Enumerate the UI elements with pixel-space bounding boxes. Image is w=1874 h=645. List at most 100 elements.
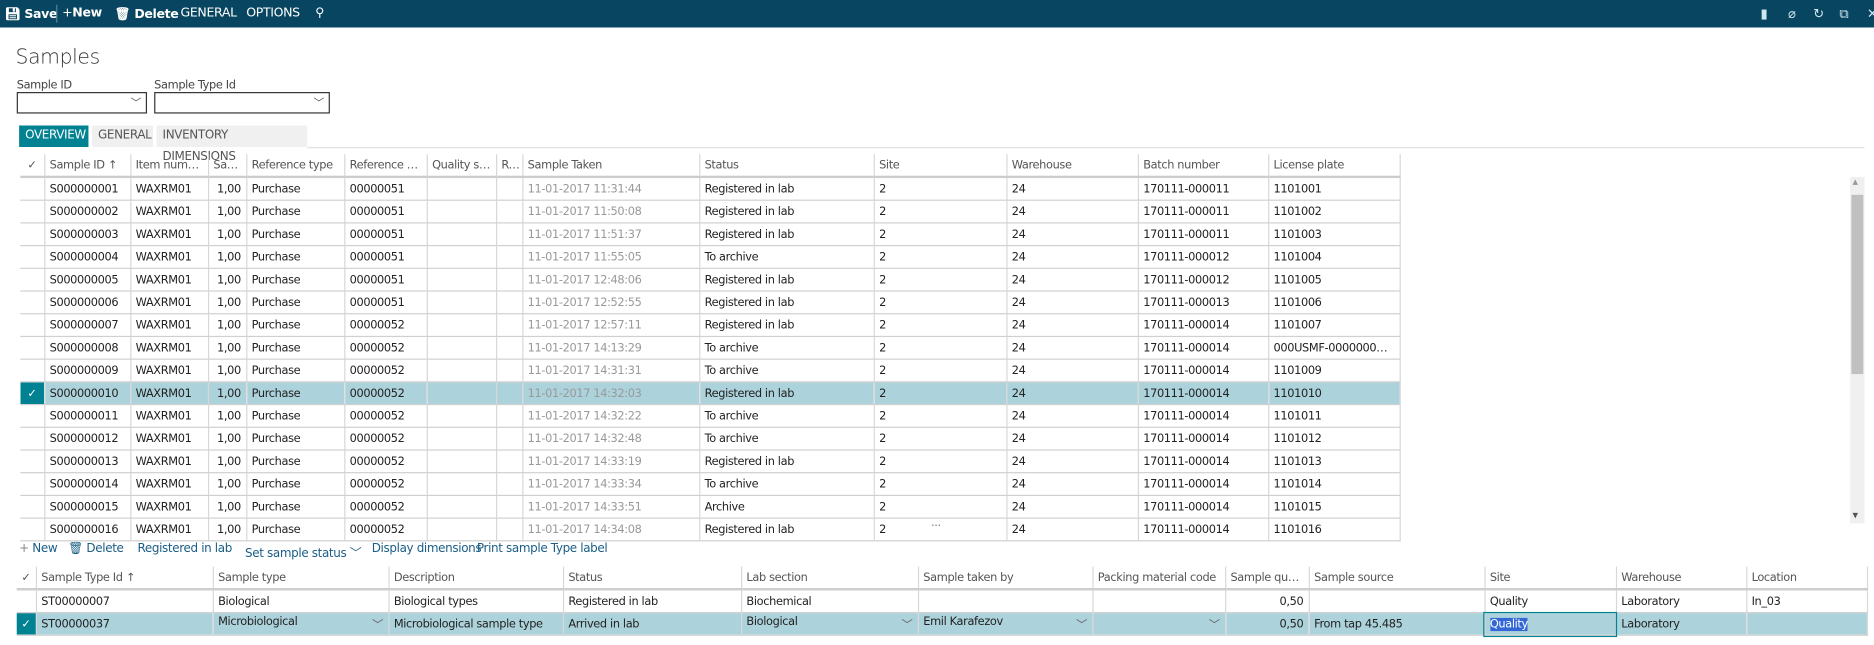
chevron-down-icon[interactable]: ﹀ [902,616,913,632]
table-cell[interactable]: 170111-000014 [1137,495,1269,519]
table-cell[interactable]: 24 [1006,381,1139,406]
sample-type-dropdown[interactable]: ﹀ [154,92,330,114]
table-cell[interactable]: 2 [873,495,1007,519]
table-cell[interactable]: 00000051 [344,222,428,247]
row-checkbox[interactable] [20,336,45,360]
table-cell[interactable]: 00000052 [344,495,428,519]
table-cell[interactable]: WAXRM01 [130,313,209,338]
table-cell[interactable]: 2 [873,336,1007,360]
table-cell[interactable]: 24 [1006,336,1139,360]
table-cell[interactable]: 170111-000012 [1137,245,1269,269]
table-row[interactable]: S000000015 WAXRM01 1,00 Purchase 00000052 11-… [20,495,1401,519]
table-cell[interactable] [496,449,523,474]
table-cell[interactable]: Purchase [246,427,345,451]
table-cell[interactable]: S000000002 [44,200,131,224]
table-cell[interactable]: Archive [699,495,875,519]
table-cell[interactable]: 170111-000012 [1137,268,1269,292]
table-row[interactable]: S000000011 WAXRM01 1,00 Purchase 00000052 11-… [20,404,1401,428]
table-cell[interactable] [426,472,497,497]
table-cell[interactable]: From tap 45.485 [1308,612,1486,636]
row-checkbox[interactable] [20,268,45,292]
table-cell[interactable]: 2 [873,381,1007,406]
column-header[interactable]: Packing material code [1092,566,1226,591]
column-header[interactable]: Site [873,154,1007,179]
table-cell[interactable]: 170111-000014 [1137,427,1269,451]
table-cell[interactable] [426,404,497,428]
table-cell[interactable]: 24 [1006,245,1139,269]
options-menu[interactable]: OPTIONS [246,6,300,20]
table-cell[interactable]: 2 [873,245,1007,269]
table-cell[interactable]: 24 [1006,495,1139,519]
table-cell[interactable]: WAXRM01 [130,222,209,247]
row-checkbox[interactable] [20,518,45,542]
table-cell[interactable] [426,518,497,542]
table-cell[interactable] [496,336,523,360]
table-cell[interactable] [426,313,497,338]
table-cell[interactable]: 00000052 [344,313,428,338]
table-cell[interactable]: S000000011 [44,404,131,428]
office-icon[interactable]: ▮ [1761,6,1768,22]
table-cell[interactable]: 11-01-2017 14:13:29 [522,336,700,360]
table-cell[interactable] [496,291,523,315]
column-header[interactable]: Status [562,566,742,591]
table-cell[interactable]: 1,00 [207,359,247,383]
table-cell[interactable]: 170111-000011 [1137,222,1269,247]
row-checkbox[interactable] [20,222,45,247]
table-cell[interactable]: In_03 [1746,589,1868,614]
table-cell[interactable]: To archive [699,245,875,269]
table-cell[interactable]: 11-01-2017 11:31:44 [522,176,700,201]
column-header[interactable]: Warehouse [1615,566,1747,591]
table-cell[interactable]: Purchase [246,381,345,406]
table-cell[interactable]: To archive [699,404,875,428]
delete-button[interactable]: 🗑︎ Delete [115,6,179,21]
column-header[interactable]: Sam... [207,154,247,179]
table-cell[interactable]: 24 [1006,472,1139,497]
table-cell[interactable]: 11-01-2017 14:32:48 [522,427,700,451]
row-checkbox[interactable] [20,472,45,497]
column-header[interactable]: Location [1746,566,1868,591]
column-header[interactable]: Reference nu... [344,154,428,179]
table-row[interactable]: S000000014 WAXRM01 1,00 Purchase 00000052 11-… [20,472,1401,497]
table-cell[interactable]: Purchase [246,495,345,519]
column-header[interactable]: Batch number [1137,154,1269,179]
table-cell[interactable]: 11-01-2017 14:31:31 [522,359,700,383]
table-cell[interactable]: WAXRM01 [130,381,209,406]
table-cell[interactable]: 00000051 [344,291,428,315]
table-cell[interactable]: 1101009 [1268,359,1401,383]
table-cell[interactable]: 1101007 [1268,313,1401,338]
row-checkbox[interactable]: ✓ [20,381,45,406]
table-cell[interactable] [496,381,523,406]
table-cell[interactable]: 170111-000014 [1137,404,1269,428]
refresh-icon[interactable]: ↻ [1813,6,1824,22]
table-cell[interactable]: 170111-000014 [1137,381,1269,406]
lines-delete-button[interactable]: 🗑︎ Delete [68,543,124,556]
column-header[interactable]: Sample type [212,566,390,591]
table-cell[interactable]: 24 [1006,404,1139,428]
table-cell[interactable]: Laboratory [1615,612,1747,636]
table-cell[interactable]: WAXRM01 [130,518,209,542]
column-header[interactable]: Quality sta... [426,154,497,179]
row-checkbox[interactable] [16,589,37,614]
table-cell[interactable]: S000000001 [44,176,131,201]
table-row[interactable]: ST00000007 Biological Biological types Regi… [16,589,1868,614]
close-icon[interactable]: ✕ [1867,6,1874,22]
table-cell[interactable]: 24 [1006,518,1139,542]
table-cell[interactable]: 1101013 [1268,449,1401,474]
lines-new-button[interactable]: + New [19,543,57,556]
table-cell[interactable]: 1,00 [207,518,247,542]
table-cell[interactable]: 2 [873,427,1007,451]
table-cell[interactable]: Registered in lab [699,449,875,474]
table-cell[interactable] [1092,589,1226,614]
table-cell[interactable]: 1101010 [1268,381,1401,406]
table-cell[interactable]: To archive [699,359,875,383]
table-cell[interactable]: 24 [1006,449,1139,474]
table-cell[interactable]: 2 [873,472,1007,497]
chevron-down-icon[interactable]: ﹀ [1209,616,1220,632]
table-cell[interactable]: 24 [1006,222,1139,247]
table-cell[interactable] [496,404,523,428]
table-cell[interactable]: 11-01-2017 12:52:55 [522,291,700,315]
table-row[interactable]: S000000006 WAXRM01 1,00 Purchase 00000051 11-… [20,291,1401,315]
table-cell[interactable]: 00000052 [344,449,428,474]
table-cell[interactable]: 170111-000014 [1137,313,1269,338]
table-row[interactable]: S000000009 WAXRM01 1,00 Purchase 00000052 11-… [20,359,1401,383]
